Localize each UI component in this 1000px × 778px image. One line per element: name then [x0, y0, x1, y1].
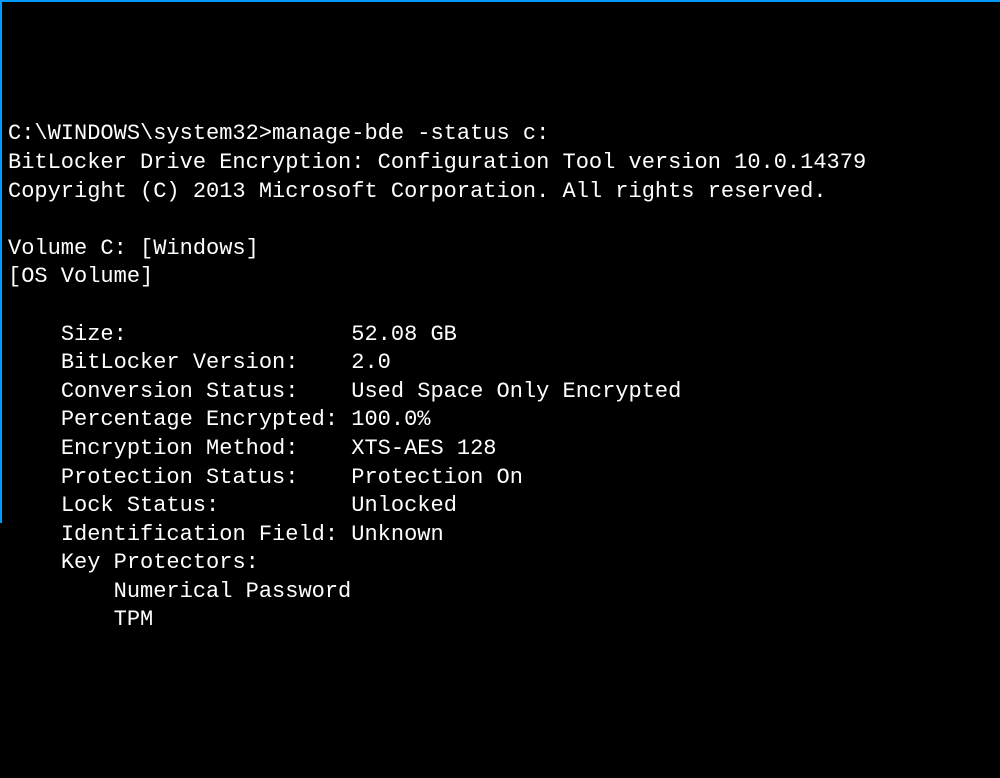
command-prompt: C:\WINDOWS\system32> [8, 121, 272, 146]
size-label: Size: [61, 322, 127, 347]
percentage-encrypted-label: Percentage Encrypted: [61, 407, 338, 432]
protection-status-value: Protection On [351, 465, 523, 490]
volume-identifier: Volume C: [Windows] [8, 236, 259, 261]
conversion-status-label: Conversion Status: [61, 379, 299, 404]
key-protectors-label: Key Protectors: [61, 550, 259, 575]
volume-type: [OS Volume] [8, 264, 153, 289]
protection-status-label: Protection Status: [61, 465, 299, 490]
identification-field-label: Identification Field: [61, 522, 338, 547]
bitlocker-version-value: 2.0 [351, 350, 391, 375]
tool-header: BitLocker Drive Encryption: Configuratio… [8, 150, 866, 175]
key-protector-item: TPM [114, 607, 154, 632]
command-text: manage-bde -status c: [272, 121, 549, 146]
lock-status-value: Unlocked [351, 493, 457, 518]
identification-field-value: Unknown [351, 522, 443, 547]
copyright-line: Copyright (C) 2013 Microsoft Corporation… [8, 179, 827, 204]
conversion-status-value: Used Space Only Encrypted [351, 379, 681, 404]
bitlocker-version-label: BitLocker Version: [61, 350, 299, 375]
size-value: 52.08 GB [351, 322, 457, 347]
percentage-encrypted-value: 100.0% [351, 407, 430, 432]
encryption-method-value: XTS-AES 128 [351, 436, 496, 461]
encryption-method-label: Encryption Method: [61, 436, 299, 461]
terminal-output: C:\WINDOWS\system32>manage-bde -status c… [8, 120, 1000, 635]
key-protector-item: Numerical Password [114, 579, 352, 604]
lock-status-label: Lock Status: [61, 493, 219, 518]
